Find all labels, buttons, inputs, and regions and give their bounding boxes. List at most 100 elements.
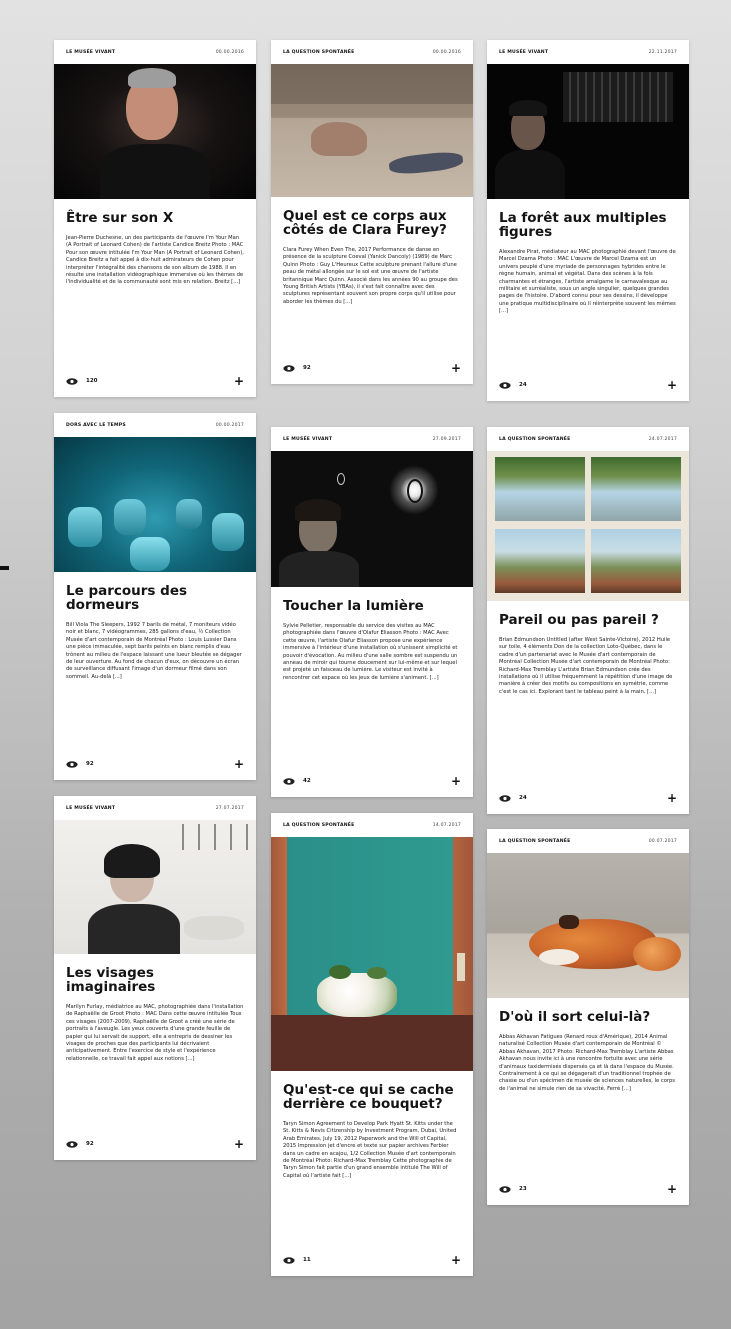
eye-icon bbox=[66, 377, 78, 385]
plus-icon[interactable]: + bbox=[234, 375, 244, 387]
article-title[interactable]: Quel est ce corps aux côtés de Clara Fur… bbox=[283, 209, 461, 237]
view-count: 92 bbox=[66, 1140, 94, 1148]
date-label: 22.11.2017 bbox=[648, 49, 677, 55]
category-label: LE MUSÉE VIVANT bbox=[66, 805, 116, 811]
plus-icon[interactable]: + bbox=[451, 775, 461, 787]
category-label: LA QUESTION SPONTANÉE bbox=[499, 838, 571, 844]
article-excerpt: Marilyn Furlay, médiatrice au MAC, photo… bbox=[66, 1004, 244, 1062]
card-footer: 23 + bbox=[499, 1183, 677, 1195]
card-meta: LE MUSÉE VIVANT 27.09.2017 bbox=[271, 427, 473, 451]
article-excerpt: Bill Viola The Sleepers, 1992 7 barils d… bbox=[66, 622, 242, 680]
card-footer: 92 + bbox=[283, 362, 461, 374]
article-card[interactable]: LA QUESTION SPONTANÉE 24.07.2017 Pareil … bbox=[487, 427, 689, 814]
date-label: 27.07.2017 bbox=[215, 805, 244, 811]
article-title[interactable]: Les visages imaginaires bbox=[66, 966, 244, 994]
article-card[interactable]: LE MUSÉE VIVANT 27.09.2017 Toucher la lu… bbox=[271, 427, 473, 797]
view-count: 24 bbox=[499, 794, 527, 802]
date-label: 24.07.2017 bbox=[648, 436, 677, 442]
view-count-value: 24 bbox=[519, 795, 527, 801]
card-meta: LA QUESTION SPONTANÉE 24.07.2017 bbox=[487, 427, 689, 451]
view-count: 24 bbox=[499, 381, 527, 389]
date-label: 00.00.2016 bbox=[432, 49, 461, 55]
view-count: 92 bbox=[66, 760, 94, 768]
eye-icon bbox=[283, 1256, 295, 1264]
article-card[interactable]: LA QUESTION SPONTANÉE 00.07.2017 D'où il… bbox=[487, 829, 689, 1205]
view-count-value: 42 bbox=[303, 778, 311, 784]
card-meta: LA QUESTION SPONTANÉE 00.07.2017 bbox=[487, 829, 689, 853]
article-card[interactable]: LE MUSÉE VIVANT 22.11.2017 La forêt aux … bbox=[487, 40, 689, 401]
article-title[interactable]: Qu'est-ce qui se cache derrière ce bouqu… bbox=[283, 1083, 461, 1111]
article-card[interactable]: LA QUESTION SPONTANÉE 00.00.2016 Quel es… bbox=[271, 40, 473, 384]
article-image[interactable] bbox=[271, 451, 473, 587]
category-label: DORS AVEC LE TEMPS bbox=[66, 422, 126, 428]
article-card[interactable]: DORS AVEC LE TEMPS 00.00.2017 Le parcour… bbox=[54, 413, 256, 780]
article-image[interactable] bbox=[487, 64, 689, 199]
article-excerpt: Abbas Akhavan Fatigues (Renard roux d'Am… bbox=[499, 1034, 676, 1092]
card-meta: DORS AVEC LE TEMPS 00.00.2017 bbox=[54, 413, 256, 437]
view-count: 92 bbox=[283, 364, 311, 372]
article-title[interactable]: Pareil ou pas pareil ? bbox=[499, 613, 677, 627]
article-card[interactable]: LE MUSÉE VIVANT 27.07.2017 Les visages i… bbox=[54, 796, 256, 1160]
article-card[interactable]: LE MUSÉE VIVANT 00.00.2016 Être sur son … bbox=[54, 40, 256, 397]
article-image[interactable] bbox=[271, 64, 473, 197]
article-image[interactable] bbox=[487, 451, 689, 601]
article-image[interactable] bbox=[487, 853, 689, 998]
card-footer: 24 + bbox=[499, 379, 677, 391]
card-footer: 11 + bbox=[283, 1254, 461, 1266]
card-meta: LE MUSÉE VIVANT 22.11.2017 bbox=[487, 40, 689, 64]
view-count-value: 92 bbox=[86, 761, 94, 767]
view-count: 23 bbox=[499, 1185, 527, 1193]
article-excerpt: Sylvie Pelletier, responsable du service… bbox=[283, 623, 458, 681]
plus-icon[interactable]: + bbox=[451, 362, 461, 374]
eye-icon bbox=[499, 794, 511, 802]
article-card[interactable]: LA QUESTION SPONTANÉE 14.07.2017 Qu'est-… bbox=[271, 813, 473, 1276]
plus-icon[interactable]: + bbox=[667, 1183, 677, 1195]
article-image[interactable] bbox=[271, 837, 473, 1071]
card-footer: 42 + bbox=[283, 775, 461, 787]
article-title[interactable]: Le parcours des dormeurs bbox=[66, 584, 244, 612]
article-title[interactable]: Être sur son X bbox=[66, 211, 244, 225]
card-meta: LE MUSÉE VIVANT 27.07.2017 bbox=[54, 796, 256, 820]
article-excerpt: Clara Furey When Even The, 2017 Performa… bbox=[283, 247, 458, 305]
category-label: LA QUESTION SPONTANÉE bbox=[499, 436, 571, 442]
article-image[interactable] bbox=[54, 64, 256, 199]
article-image[interactable] bbox=[54, 820, 256, 954]
eye-icon bbox=[66, 1140, 78, 1148]
date-label: 00.00.2017 bbox=[215, 422, 244, 428]
article-excerpt: Alexandre Pirat, médiateur au MAC photog… bbox=[499, 249, 676, 315]
article-title[interactable]: Toucher la lumière bbox=[283, 599, 461, 613]
eye-icon bbox=[283, 777, 295, 785]
view-count: 42 bbox=[283, 777, 311, 785]
card-meta: LE MUSÉE VIVANT 00.00.2016 bbox=[54, 40, 256, 64]
category-label: LE MUSÉE VIVANT bbox=[283, 436, 333, 442]
plus-icon[interactable]: + bbox=[667, 792, 677, 804]
eye-icon bbox=[66, 760, 78, 768]
view-count-value: 120 bbox=[86, 378, 98, 384]
edge-marker bbox=[0, 566, 9, 570]
article-title[interactable]: La forêt aux multiples figures bbox=[499, 211, 677, 239]
view-count: 120 bbox=[66, 377, 98, 385]
view-count: 11 bbox=[283, 1256, 311, 1264]
category-label: LA QUESTION SPONTANÉE bbox=[283, 822, 355, 828]
date-label: 14.07.2017 bbox=[432, 822, 461, 828]
article-excerpt: Taryn Simon Agreement to Develop Park Hy… bbox=[283, 1121, 457, 1179]
article-image[interactable] bbox=[54, 437, 256, 572]
card-meta: LA QUESTION SPONTANÉE 00.00.2016 bbox=[271, 40, 473, 64]
date-label: 27.09.2017 bbox=[432, 436, 461, 442]
article-excerpt: Jean-Pierre Duchesne, un des participant… bbox=[66, 235, 244, 286]
view-count-value: 11 bbox=[303, 1257, 311, 1263]
card-footer: 92 + bbox=[66, 758, 244, 770]
view-count-value: 23 bbox=[519, 1186, 527, 1192]
plus-icon[interactable]: + bbox=[234, 758, 244, 770]
card-footer: 120 + bbox=[66, 375, 244, 387]
plus-icon[interactable]: + bbox=[234, 1138, 244, 1150]
card-footer: 92 + bbox=[66, 1138, 244, 1150]
article-excerpt: Brian Edmundson Untitled (after West Sai… bbox=[499, 637, 673, 695]
view-count-value: 24 bbox=[519, 382, 527, 388]
view-count-value: 92 bbox=[86, 1141, 94, 1147]
plus-icon[interactable]: + bbox=[667, 379, 677, 391]
article-title[interactable]: D'où il sort celui-là? bbox=[499, 1010, 677, 1024]
plus-icon[interactable]: + bbox=[451, 1254, 461, 1266]
view-count-value: 92 bbox=[303, 365, 311, 371]
category-label: LA QUESTION SPONTANÉE bbox=[283, 49, 355, 55]
